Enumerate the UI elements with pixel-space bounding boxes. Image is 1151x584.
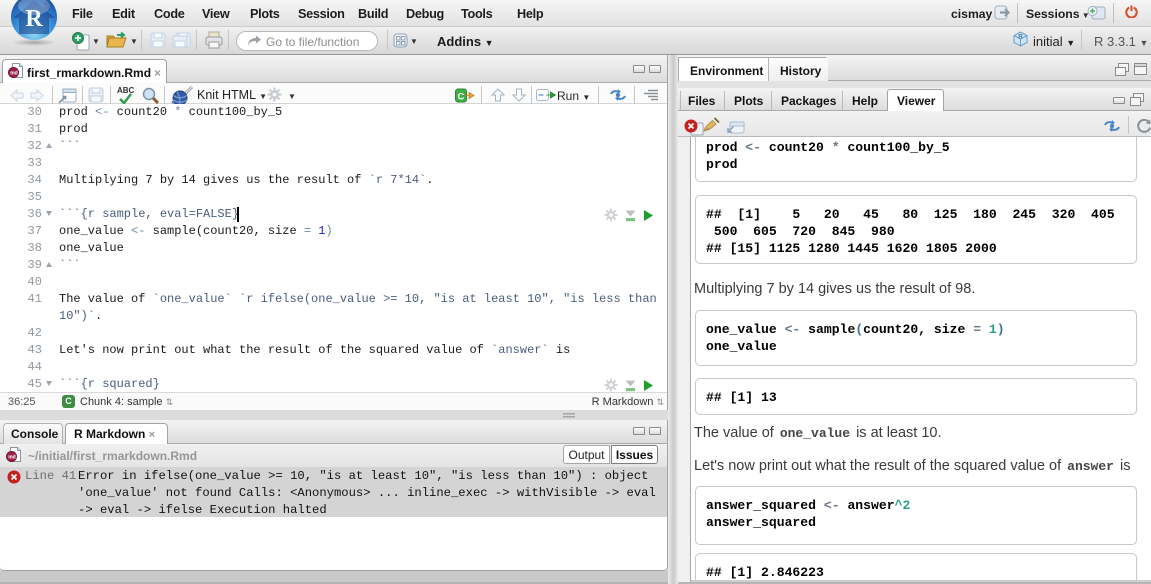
svg-text:md: md <box>8 455 16 461</box>
svg-text:md: md <box>10 71 18 77</box>
svg-text:R: R <box>1018 35 1023 41</box>
svg-text:C: C <box>458 92 465 103</box>
